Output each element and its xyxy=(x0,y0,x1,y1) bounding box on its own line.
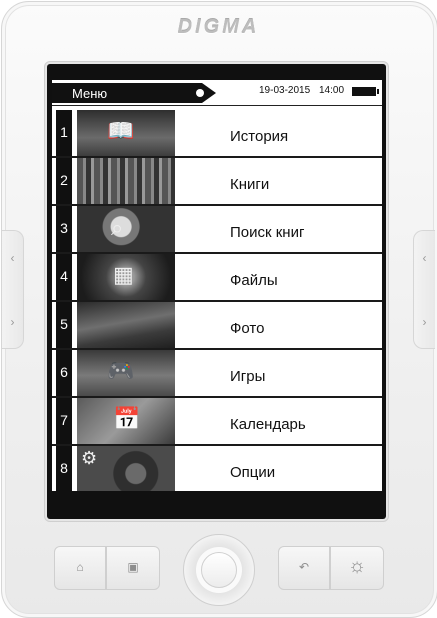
files-icon: ▦ xyxy=(77,254,175,300)
back-arrow-icon: ↶ xyxy=(298,560,310,574)
menu-item-photo[interactable]: 5 Фото xyxy=(52,300,382,350)
menu-icon: ▣ xyxy=(127,560,139,574)
status-date: 19-03-2015 xyxy=(259,85,311,96)
landscape-photo-icon xyxy=(77,302,175,348)
eink-screen: Меню 19-03-2015 14:00 1 📖 История 2 Книг… xyxy=(52,80,382,491)
status-bar: Меню 19-03-2015 14:00 xyxy=(52,80,382,106)
left-page-button[interactable]: ‹ › xyxy=(2,230,24,349)
backlight-button[interactable]: ☼ xyxy=(330,546,384,590)
chevron-right-icon: › xyxy=(10,315,15,329)
menu-item-number: 5 xyxy=(56,302,72,348)
brand-logo: DIGMA xyxy=(177,16,260,38)
menu-item-label: История xyxy=(230,128,289,145)
menu-item-books[interactable]: 2 Книги xyxy=(52,156,382,206)
menu-item-label: Опции xyxy=(230,464,276,481)
menu-item-book-search[interactable]: 3 ⌕ Поиск книг xyxy=(52,204,382,254)
menu-item-label: Фото xyxy=(230,320,265,337)
page-title: Меню xyxy=(72,86,108,101)
menu-item-label: Календарь xyxy=(230,416,306,433)
menu-button[interactable]: ▣ xyxy=(106,546,160,590)
chevron-left-icon: ‹ xyxy=(10,251,15,265)
bookshelf-icon xyxy=(77,158,175,204)
menu-item-files[interactable]: 4 ▦ Файлы xyxy=(52,252,382,302)
backlight-icon: ☼ xyxy=(347,555,367,577)
menu-item-calendar[interactable]: 7 📅 Календарь xyxy=(52,396,382,446)
chevron-right-icon: › xyxy=(422,315,427,329)
home-icon: ⌂ xyxy=(76,560,84,574)
menu-item-number: 7 xyxy=(56,398,72,444)
menu-item-number: 3 xyxy=(56,206,72,252)
chevron-left-icon: ‹ xyxy=(422,251,427,265)
menu-item-number: 2 xyxy=(56,158,72,204)
menu-item-label: Поиск книг xyxy=(230,224,305,241)
indicator-dot-icon xyxy=(196,89,204,97)
menu-item-number: 8 xyxy=(56,446,72,491)
gear-icon: ⚙ xyxy=(77,446,175,491)
back-button[interactable]: ↶ xyxy=(278,546,330,590)
menu-item-options[interactable]: 8 ⚙ Опции xyxy=(52,444,382,491)
menu-item-label: Игры xyxy=(230,368,266,385)
menu-item-label: Книги xyxy=(230,176,270,193)
navigation-joystick[interactable] xyxy=(183,534,255,606)
menu-item-number: 6 xyxy=(56,350,72,396)
magnifier-icon: ⌕ xyxy=(77,206,175,252)
menu-item-number: 1 xyxy=(56,110,72,156)
menu-item-games[interactable]: 6 🎮 Игры xyxy=(52,348,382,398)
menu-item-number: 4 xyxy=(56,254,72,300)
open-book-icon: 📖 xyxy=(77,110,175,156)
menu-item-label: Файлы xyxy=(230,272,278,289)
battery-icon xyxy=(352,87,379,96)
menu-header-tab: Меню xyxy=(52,83,216,103)
home-button[interactable]: ⌂ xyxy=(54,546,106,590)
calendar-icon: 📅 xyxy=(77,398,175,444)
right-page-button[interactable]: ‹ › xyxy=(413,230,435,349)
gamepad-icon: 🎮 xyxy=(77,350,175,396)
status-time: 14:00 xyxy=(319,85,345,96)
menu-item-history[interactable]: 1 📖 История xyxy=(52,108,382,158)
